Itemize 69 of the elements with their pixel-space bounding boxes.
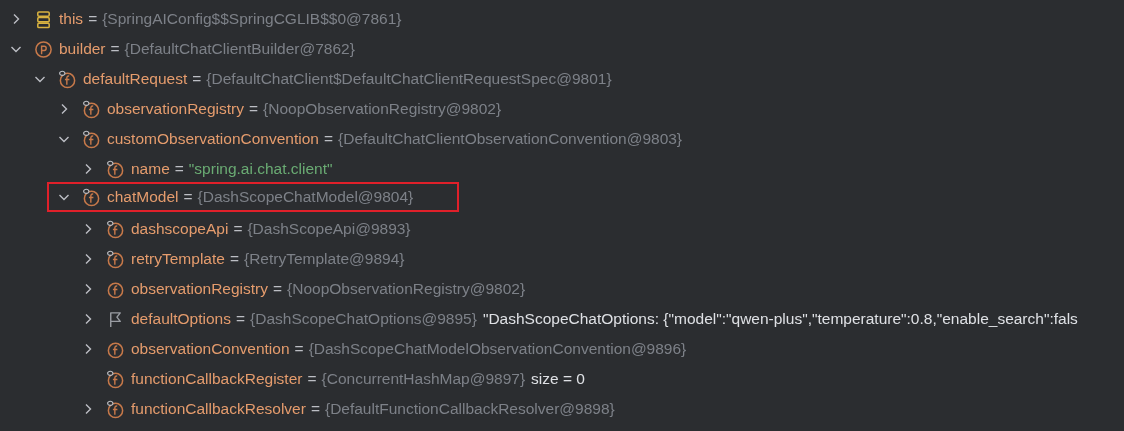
- variable-value: {NoopObservationRegistry@9802}: [263, 100, 502, 118]
- equals-sign: =: [233, 220, 243, 238]
- variable-name: functionCallbackResolver: [131, 400, 306, 418]
- variable-value: {SpringAIConfig$$SpringCGLIB$$0@7861}: [102, 10, 402, 28]
- equals-sign: =: [235, 310, 246, 328]
- equals-sign: =: [294, 340, 304, 358]
- tree-row[interactable]: retryTemplate = {RetryTemplate@9894}: [0, 244, 1124, 274]
- variable-name: retryTemplate: [131, 250, 225, 268]
- variable-value: {DashScopeChatModel@9804}: [197, 188, 414, 206]
- field-icon: [106, 159, 125, 179]
- string-value: "spring.ai.chat.client": [188, 160, 333, 178]
- field-icon: [82, 99, 101, 119]
- variable-value: {DashScopeChatModelObservationConvention@9896}: [308, 340, 687, 358]
- variable-value: {RetryTemplate@9894}: [243, 250, 405, 268]
- variable-name: observationConvention: [131, 340, 290, 358]
- equals-sign: =: [110, 40, 120, 58]
- stack-icon: [34, 9, 53, 29]
- variable-value: {DashScopeApi@9893}: [247, 220, 411, 238]
- variable-name: name: [131, 160, 170, 178]
- variable-value: {DefaultFunctionCallbackResolver@9898}: [324, 400, 615, 418]
- variable-value: {NoopObservationRegistry@9802}: [287, 280, 526, 298]
- equals-sign: =: [174, 160, 184, 178]
- variable-name: defaultRequest: [83, 70, 188, 88]
- equals-sign: =: [273, 280, 283, 298]
- value-description: "DashScopeChatOptions: {"model":"qwen-plus","temperature":0.8,"enable_search":fals: [482, 310, 1078, 328]
- equals-sign: =: [88, 10, 98, 28]
- variable-name: defaultOptions: [131, 310, 231, 328]
- parameter-icon: [34, 39, 53, 59]
- variable-name: functionCallbackRegister: [131, 370, 303, 388]
- tree-row[interactable]: functionCallbackRegister = {ConcurrentHashMap@9897} size = 0: [0, 364, 1124, 394]
- variable-name: builder: [59, 40, 106, 58]
- equals-sign: =: [310, 400, 320, 418]
- variable-name: observationRegistry: [107, 100, 244, 118]
- variable-name: this: [59, 10, 84, 28]
- variable-name: dashscopeApi: [131, 220, 229, 238]
- variable-name: chatModel: [107, 188, 179, 206]
- tree-row[interactable]: observationRegistry = {NoopObservationRegistry@9802}: [0, 94, 1124, 124]
- variable-value: {DashScopeChatOptions@9895}: [250, 310, 477, 328]
- field-icon: [82, 187, 101, 207]
- equals-sign: =: [192, 70, 202, 88]
- tree-row[interactable]: customObservationConvention = {DefaultChatClientObservationConvention@9803}: [0, 124, 1124, 154]
- variable-value: {ConcurrentHashMap@9897}: [321, 370, 526, 388]
- equals-sign: =: [183, 188, 193, 206]
- tree-row[interactable]: observationConvention = {DashScopeChatModelObservationConvention@9896}: [0, 334, 1124, 364]
- field-icon: [82, 129, 101, 149]
- tree-row[interactable]: observationRegistry = {NoopObservationRegistry@9802}: [0, 274, 1124, 304]
- variable-value: {DefaultChatClientObservationConvention@9803}: [338, 130, 683, 148]
- tree-row[interactable]: defaultOptions = {DashScopeChatOptions@9895} "DashScopeChatOptions: {"model":"qwen-plus","temperature":0.8,"enable_search":fals: [0, 304, 1124, 334]
- tree-row[interactable]: dashscopeApi = {DashScopeApi@9893}: [0, 214, 1124, 244]
- tree-row[interactable]: functionCallbackResolver = {DefaultFunctionCallbackResolver@9898}: [0, 394, 1124, 424]
- tree-row[interactable]: name = "spring.ai.chat.client": [0, 154, 1124, 184]
- variable-value: {DefaultChatClient$DefaultChatClientRequestSpec@9801}: [206, 70, 612, 88]
- equals-sign: =: [307, 370, 317, 388]
- field-icon: [106, 249, 125, 269]
- tree-row[interactable]: this = {SpringAIConfig$$SpringCGLIB$$0@7861}: [0, 4, 1124, 34]
- field-icon: [106, 399, 125, 419]
- equals-sign: =: [229, 250, 239, 268]
- variable-name: observationRegistry: [131, 280, 268, 298]
- equals-sign: =: [323, 130, 333, 148]
- tree-row[interactable]: builder = {DefaultChatClientBuilder@7862}: [0, 34, 1124, 64]
- highlighted-row[interactable]: chatModel = {DashScopeChatModel@9804}: [47, 182, 460, 212]
- value-description: size = 0: [531, 370, 585, 388]
- equals-sign: =: [249, 100, 259, 118]
- field-icon: [106, 219, 125, 239]
- field-icon: [106, 369, 125, 389]
- variable-name: customObservationConvention: [107, 130, 319, 148]
- field-icon: [58, 69, 77, 89]
- variable-value: {DefaultChatClientBuilder@7862}: [124, 40, 355, 58]
- tree-row[interactable]: defaultRequest = {DefaultChatClient$DefaultChatClientRequestSpec@9801}: [0, 64, 1124, 94]
